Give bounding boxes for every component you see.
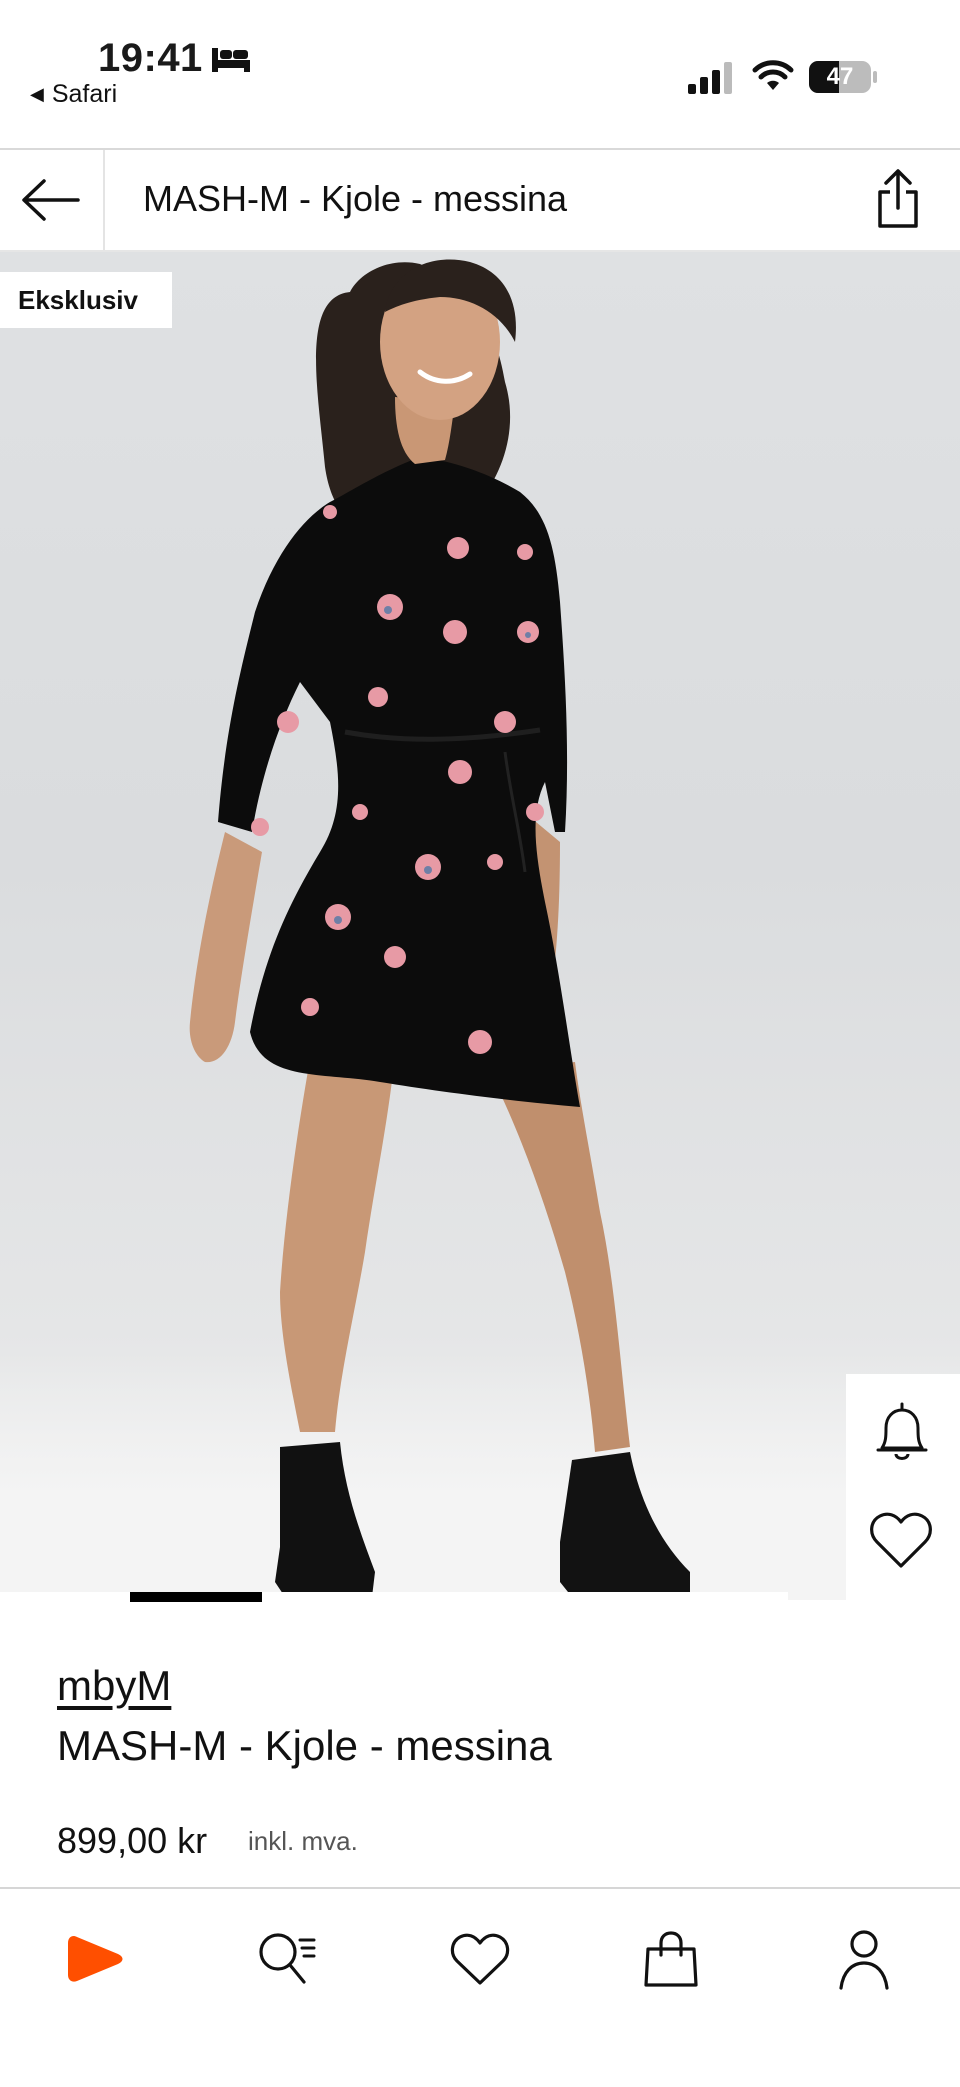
page-title: MASH-M - Kjole - messina: [143, 178, 568, 219]
bag-icon: [644, 1931, 698, 1987]
model-photo: [189, 259, 690, 1597]
search-icon: [259, 1933, 316, 1984]
nav-wishlist[interactable]: [440, 1919, 520, 1999]
product-image[interactable]: [0, 252, 960, 1600]
battery-level: 47: [826, 63, 854, 90]
back-button[interactable]: [18, 168, 82, 232]
share-button[interactable]: [866, 166, 930, 232]
product-name: MASH-M - Kjole - messina: [57, 1722, 552, 1769]
product-header: MASH-M - Kjole - messina: [0, 150, 960, 250]
side-actions: [846, 1374, 960, 1602]
signal-icon: [688, 62, 732, 94]
gallery-progress-track: [0, 1592, 788, 1602]
home-icon: [68, 1936, 123, 1982]
gallery-progress-indicator: [130, 1592, 262, 1602]
nav-home[interactable]: [56, 1919, 136, 1999]
header-separator: [103, 150, 105, 250]
back-app-label: Safari: [51, 80, 118, 108]
bed-icon: [212, 48, 250, 72]
wifi-icon: [752, 60, 794, 90]
product-price: 899,00 kr: [57, 1820, 208, 1861]
wishlist-icon: [450, 1933, 510, 1985]
profile-icon: [839, 1930, 889, 1990]
bell-icon: [876, 1402, 928, 1460]
heart-icon: [870, 1512, 932, 1568]
notify-button[interactable]: [872, 1400, 932, 1464]
share-icon: [878, 169, 918, 228]
wishlist-button[interactable]: [868, 1510, 934, 1570]
nav-profile[interactable]: [824, 1919, 904, 1999]
nav-search[interactable]: [247, 1919, 327, 1999]
battery-icon: 47: [808, 60, 878, 94]
status-bar: 19:41 ◀ Safari 47: [0, 0, 960, 148]
arrow-left-icon: [22, 179, 80, 221]
bottom-nav: [0, 1889, 960, 2087]
tax-note: inkl. mva.: [248, 1826, 358, 1856]
back-to-safari[interactable]: ◀ Safari: [30, 80, 117, 109]
nav-bag[interactable]: [631, 1919, 711, 1999]
exclusive-badge: Eksklusiv: [0, 272, 172, 328]
clock: 19:41: [98, 36, 203, 80]
back-triangle-icon: ◀: [30, 84, 44, 104]
brand-link[interactable]: mbyM: [57, 1662, 171, 1710]
